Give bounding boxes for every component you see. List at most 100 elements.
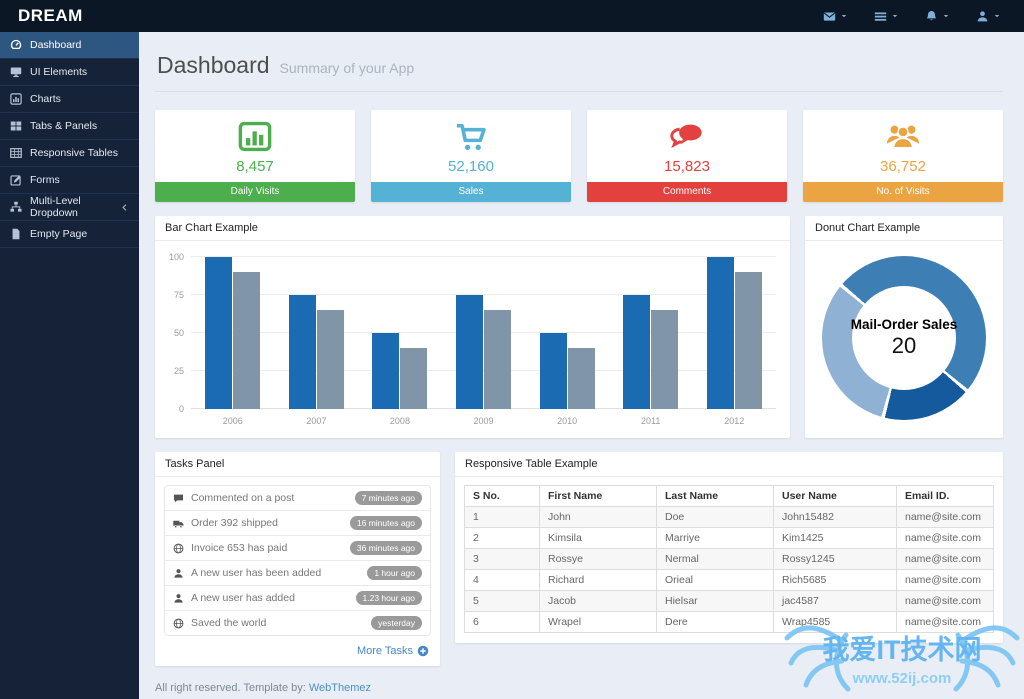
table-cell: Doe (657, 507, 774, 528)
y-tick-label: 0 (179, 404, 184, 414)
dashboard-icon-slot (10, 39, 22, 51)
x-tick-label: 2009 (442, 416, 526, 426)
sidebar-item-tabs-panels[interactable]: Tabs & Panels (0, 113, 139, 140)
y-tick-label: 50 (174, 328, 184, 338)
stat-card-value: 15,823 (664, 158, 710, 175)
table-body: S No.First NameLast NameUser NameEmail I… (455, 477, 1003, 643)
y-tick-label: 25 (174, 366, 184, 376)
task-time-badge: 7 minutes ago (355, 491, 422, 505)
user-dropdown[interactable] (963, 0, 1014, 32)
sidebar-item-responsive-tables[interactable]: Responsive Tables (0, 140, 139, 167)
table-cell: 4 (465, 570, 540, 591)
x-tick-label: 2007 (275, 416, 359, 426)
footer: All right reserved. Template by: WebThem… (155, 682, 1003, 699)
task-time-badge: 36 minutes ago (350, 541, 422, 555)
bell-icon (925, 10, 938, 23)
messages-dropdown[interactable] (810, 0, 861, 32)
stat-bars-icon (237, 119, 273, 155)
stat-card-sales[interactable]: 52,160Sales (371, 110, 571, 202)
chevron-left-icon-slot (120, 203, 129, 212)
sidebar-item-charts[interactable]: Charts (0, 86, 139, 113)
task-text: Invoice 653 has paid (191, 542, 287, 554)
table-icon (10, 147, 22, 159)
chart-icon (10, 93, 22, 105)
sidebar-item-label: Dashboard (30, 39, 81, 51)
table-row: 6WrapelDereWrap4585name@site.com (465, 612, 994, 633)
sidebar-item-ui-elements[interactable]: UI Elements (0, 59, 139, 86)
page-header: Dashboard Summary of your App (155, 32, 1003, 92)
tasks-dropdown[interactable] (861, 0, 912, 32)
file-icon-slot (10, 228, 22, 240)
bar-primary-2006 (205, 257, 232, 409)
footer-link[interactable]: WebThemez (309, 682, 371, 694)
stat-card-body: 8,457 (155, 110, 355, 182)
stat-card-comments[interactable]: 15,823 Comments (587, 110, 787, 202)
desktop-icon (10, 66, 22, 78)
task-row: Saved the worldyesterday (165, 611, 430, 635)
table-cell: Wrap4585 (774, 612, 897, 633)
user-sm-icon-slot (173, 568, 184, 579)
table-row: 4RichardOriealRich5685name@site.com (465, 570, 994, 591)
stat-card-label: Sales (371, 182, 571, 202)
task-text: Saved the world (191, 617, 266, 629)
more-tasks-link[interactable]: More Tasks (164, 636, 431, 661)
edit-icon-slot (10, 174, 22, 186)
stat-card-daily-visits[interactable]: 8,457Daily Visits (155, 110, 355, 202)
donut-panel-title: Donut Chart Example (805, 216, 1003, 241)
bar-group-2009: 2009 (442, 257, 526, 409)
column-header-user-name: User Name (774, 486, 897, 507)
navbar-menus (810, 0, 1024, 32)
sidebar-item-multi-level-dropdown[interactable]: Multi-Level Dropdown (0, 194, 139, 221)
stat-card-no-of-visits[interactable]: 36,752No. of Visits (803, 110, 1003, 202)
table-cell: Hielsar (657, 591, 774, 612)
bar-secondary-2011 (651, 310, 678, 409)
stat-comments-icon (669, 119, 705, 155)
task-text: A new user has added (191, 592, 295, 604)
sidebar-item-dashboard[interactable]: Dashboard (0, 32, 139, 59)
header-row: S No.First NameLast NameUser NameEmail I… (465, 486, 994, 507)
stat-card-label: Daily Visits (155, 182, 355, 202)
th-large-icon-slot (10, 120, 22, 132)
y-tick-label: 75 (174, 290, 184, 300)
chart-icon-slot (10, 93, 22, 105)
table-icon-slot (10, 147, 22, 159)
table-cell: Richard (540, 570, 657, 591)
table-cell: name@site.com (897, 549, 994, 570)
sidebar-nav: Dashboard UI ElementsChartsTabs & PanelsR… (0, 32, 139, 699)
caret-down-icon (993, 12, 1001, 20)
task-row: A new user has added1.23 hour ago (165, 586, 430, 611)
user-sm-icon-slot (173, 593, 184, 604)
x-tick-label: 2012 (692, 416, 776, 426)
responsive-table-panel: Responsive Table Example S No.First Name… (455, 452, 1003, 643)
bar-group-2008: 2008 (358, 257, 442, 409)
more-tasks-label: More Tasks (357, 645, 413, 657)
truck-icon-slot (173, 518, 184, 529)
stat-card-label: Comments (587, 182, 787, 202)
page-subtitle: Summary of your App (280, 60, 415, 76)
globe-icon-slot (173, 543, 184, 554)
table-cell: name@site.com (897, 591, 994, 612)
column-header-last-name: Last Name (657, 486, 774, 507)
bar-primary-2010 (540, 333, 567, 409)
notifications-dropdown[interactable] (912, 0, 963, 32)
brand-logo[interactable]: DREAM (0, 6, 83, 26)
task-row: Order 392 shipped16 minutes ago (165, 511, 430, 536)
table-row: 5JacobHielsarjac4587name@site.com (465, 591, 994, 612)
sidebar-item-empty-page[interactable]: Empty Page (0, 221, 139, 248)
list-icon (874, 10, 887, 23)
donut-chart: Mail-Order Sales 20 (822, 256, 986, 420)
table-cell: 3 (465, 549, 540, 570)
user-icon (976, 10, 989, 23)
bar-primary-2009 (456, 295, 483, 409)
bar-secondary-2008 (400, 348, 427, 409)
bottom-row: Tasks Panel Commented on a post7 minutes… (155, 452, 1003, 666)
table-cell: jac4587 (774, 591, 897, 612)
table-cell: John (540, 507, 657, 528)
sidebar-item-forms[interactable]: Forms (0, 167, 139, 194)
main-content: Dashboard Summary of your App 8,457Daily… (139, 32, 1024, 699)
truck-icon (173, 518, 184, 529)
stat-cards-row: 8,457Daily Visits52,160Sales15,823Commen… (155, 110, 1003, 202)
caret-down-icon (891, 12, 899, 20)
sidebar-item-label: Empty Page (30, 228, 87, 240)
table-cell: Dere (657, 612, 774, 633)
